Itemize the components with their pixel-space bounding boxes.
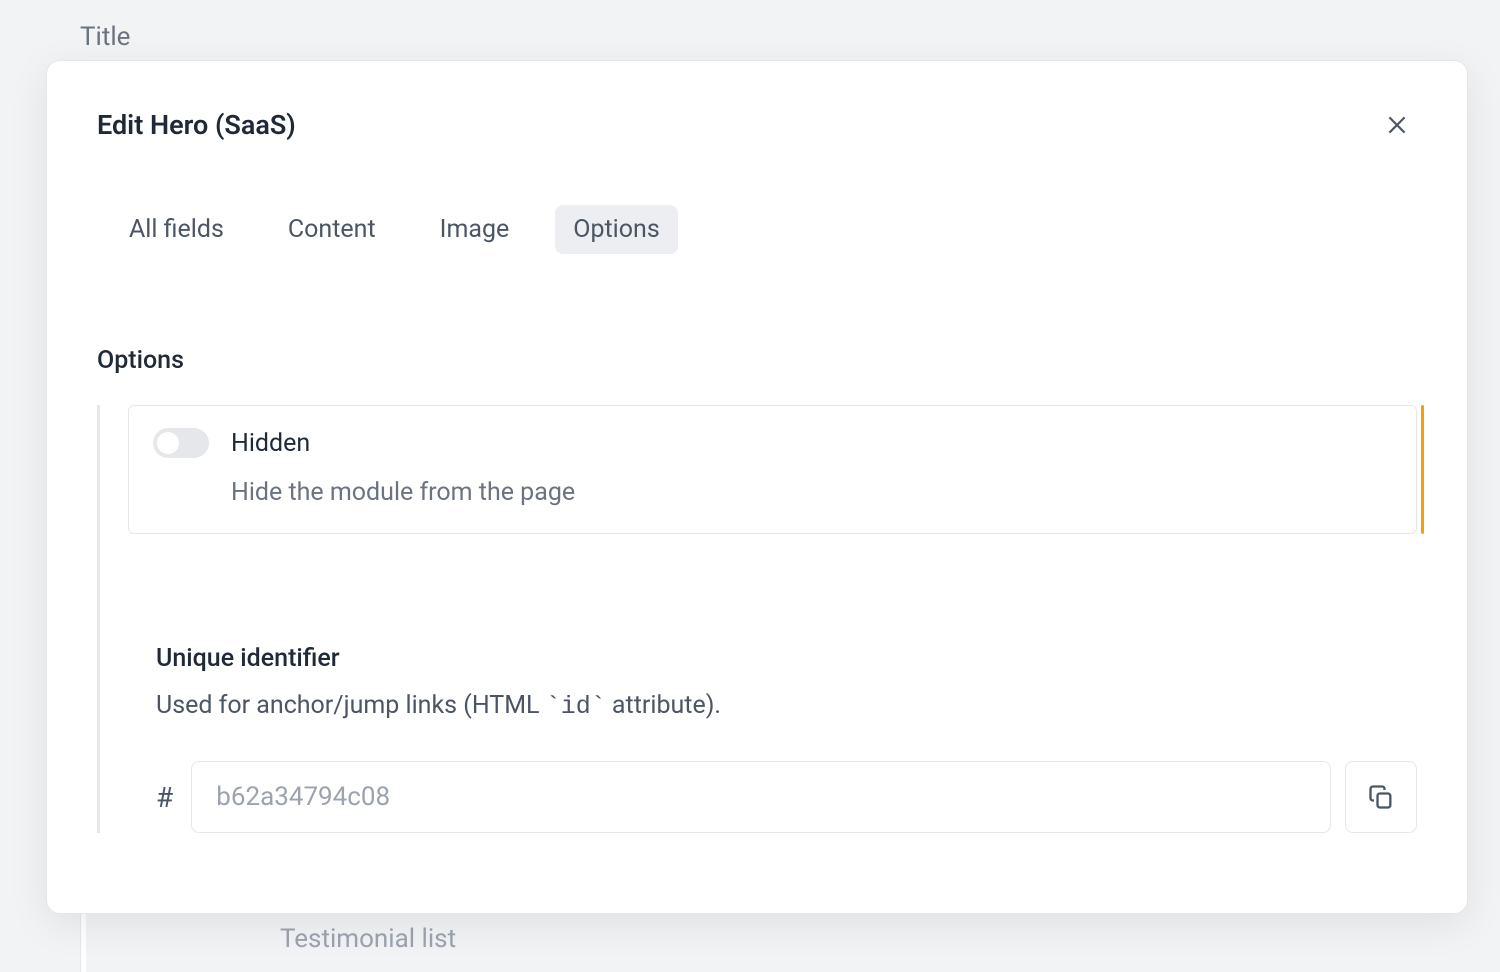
close-button[interactable]	[1377, 105, 1417, 145]
uid-help-prefix: Used for anchor/jump links (HTML	[156, 691, 546, 720]
copy-icon	[1367, 783, 1395, 811]
modal-tabs: All fields Content Image Options	[111, 205, 1417, 254]
unique-identifier-help: Used for anchor/jump links (HTML `id` at…	[156, 691, 1417, 721]
toggle-knob	[157, 432, 179, 454]
hidden-option-row: Hidden	[153, 428, 1392, 458]
hidden-option-label: Hidden	[231, 429, 310, 458]
tab-content[interactable]: Content	[270, 205, 394, 254]
tab-all-fields[interactable]: All fields	[111, 205, 242, 254]
unique-identifier-input-row: #	[156, 761, 1417, 833]
edit-module-modal: Edit Hero (SaaS) All fields Content Imag…	[46, 60, 1468, 914]
modal-title: Edit Hero (SaaS)	[97, 109, 296, 141]
hash-prefix: #	[156, 781, 177, 814]
uid-help-code: `id`	[546, 692, 606, 721]
modal-header: Edit Hero (SaaS)	[97, 105, 1417, 145]
options-fieldset: Hidden Hide the module from the page Uni…	[97, 405, 1417, 833]
uid-help-suffix: attribute).	[606, 691, 721, 720]
hidden-toggle[interactable]	[153, 428, 209, 458]
hidden-option-help: Hide the module from the page	[231, 478, 1392, 507]
close-icon	[1384, 112, 1410, 138]
hidden-option-card: Hidden Hide the module from the page	[128, 405, 1417, 534]
tab-options[interactable]: Options	[555, 205, 677, 254]
section-heading-options: Options	[97, 346, 1417, 375]
unique-identifier-heading: Unique identifier	[156, 644, 1417, 673]
unique-identifier-input[interactable]	[191, 761, 1331, 833]
tab-image[interactable]: Image	[422, 205, 528, 254]
unique-identifier-section: Unique identifier Used for anchor/jump l…	[156, 644, 1417, 833]
background-list-item-label: Testimonial list	[280, 924, 456, 954]
copy-identifier-button[interactable]	[1345, 761, 1417, 833]
background-title-label: Title	[80, 22, 130, 52]
option-accent-bar	[1421, 405, 1424, 534]
